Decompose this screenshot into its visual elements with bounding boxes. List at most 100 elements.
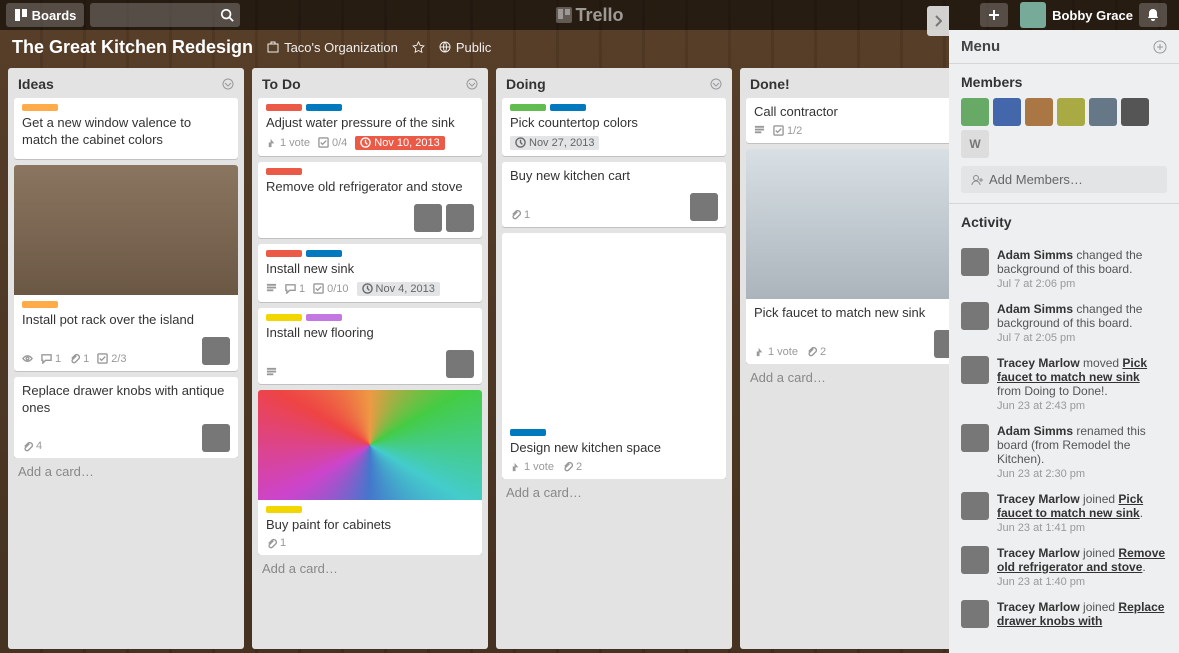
label[interactable]	[266, 168, 302, 175]
list-menu-button[interactable]	[710, 78, 722, 90]
member-avatar[interactable]	[993, 98, 1021, 126]
activity-time: Jun 23 at 1:40 pm	[997, 576, 1085, 588]
label[interactable]	[22, 301, 58, 308]
activity-author[interactable]: Tracey Marlow	[997, 546, 1080, 560]
card-badges: 1	[510, 209, 530, 221]
add-card-button[interactable]: Add a card…	[258, 555, 482, 578]
badge-attach: 1	[510, 209, 530, 221]
list-menu-button[interactable]	[222, 78, 234, 90]
label[interactable]	[306, 314, 342, 321]
search-icon	[220, 8, 234, 22]
user-avatar[interactable]	[1020, 2, 1046, 28]
member-avatar[interactable]	[1025, 98, 1053, 126]
member-avatar[interactable]	[414, 204, 442, 232]
add-card-button[interactable]: Add a card…	[14, 458, 238, 481]
list-title[interactable]: Done!	[750, 76, 790, 92]
add-button[interactable]	[980, 3, 1008, 27]
card[interactable]: Get a new window valence to match the ca…	[14, 98, 238, 159]
list-title[interactable]: Ideas	[18, 76, 54, 92]
member-avatar[interactable]	[961, 600, 989, 628]
activity-author[interactable]: Adam Simms	[997, 248, 1073, 262]
member-avatar[interactable]	[961, 546, 989, 574]
card-title: Install pot rack over the island	[22, 312, 230, 329]
card-members	[202, 337, 230, 365]
label[interactable]	[550, 104, 586, 111]
notifications-button[interactable]	[1139, 3, 1167, 27]
member-avatar[interactable]	[446, 204, 474, 232]
visibility-button[interactable]: Public	[439, 40, 491, 55]
menu-expand-icon[interactable]	[1153, 40, 1167, 54]
member-avatar[interactable]	[1057, 98, 1085, 126]
card[interactable]: Adjust water pressure of the sink1 vote0…	[258, 98, 482, 156]
activity-list: Adam Simms changed the background of thi…	[949, 238, 1179, 653]
label[interactable]	[266, 314, 302, 321]
activity-author[interactable]: Adam Simms	[997, 302, 1073, 316]
card[interactable]: Install pot rack over the island112/3	[14, 165, 238, 371]
activity-author[interactable]: Tracey Marlow	[997, 356, 1080, 370]
label[interactable]	[306, 250, 342, 257]
add-card-button[interactable]: Add a card…	[502, 479, 726, 502]
card[interactable]: Design new kitchen space1 vote2	[502, 233, 726, 479]
add-card-button[interactable]: Add a card…	[746, 364, 970, 387]
member-avatar[interactable]	[1121, 98, 1149, 126]
card[interactable]: Install new flooring	[258, 308, 482, 384]
boards-button[interactable]: Boards	[6, 3, 84, 27]
badge-comment: 1	[285, 283, 305, 295]
card[interactable]: Remove old refrigerator and stove	[258, 162, 482, 238]
card[interactable]: Call contractor1/2	[746, 98, 970, 143]
list-title[interactable]: To Do	[262, 76, 301, 92]
card[interactable]: Install new sink10/10Nov 4, 2013	[258, 244, 482, 302]
activity-author[interactable]: Tracey Marlow	[997, 600, 1080, 614]
menu-toggle[interactable]	[927, 6, 949, 36]
card-labels	[266, 104, 474, 111]
list: Done! Call contractor1/2 Pick faucet to ma…	[740, 68, 976, 649]
search-input[interactable]	[90, 3, 240, 27]
card[interactable]: Buy new kitchen cart1	[502, 162, 726, 227]
member-avatar[interactable]	[202, 337, 230, 365]
member-avatar[interactable]	[961, 248, 989, 276]
label[interactable]	[510, 429, 546, 436]
card-badges: 1 vote0/4Nov 10, 2013	[266, 136, 445, 150]
label[interactable]	[22, 104, 58, 111]
card[interactable]: Buy paint for cabinets1	[258, 390, 482, 556]
label[interactable]	[510, 104, 546, 111]
card-members	[690, 193, 718, 221]
user-name[interactable]: Bobby Grace	[1052, 8, 1133, 23]
member-avatar[interactable]	[961, 98, 989, 126]
add-members-button[interactable]: Add Members…	[961, 166, 1167, 193]
org-icon	[267, 41, 279, 53]
board-title[interactable]: The Great Kitchen Redesign	[12, 37, 253, 58]
list-menu-button[interactable]	[466, 78, 478, 90]
label[interactable]	[306, 104, 342, 111]
activity-item: Tracey Marlow joined Remove old refriger…	[961, 546, 1167, 588]
card-labels	[266, 250, 474, 257]
activity-author[interactable]: Tracey Marlow	[997, 492, 1080, 506]
activity-item: Tracey Marlow joined Replace drawer knob…	[961, 600, 1167, 628]
card[interactable]: Replace drawer knobs with antique ones4	[14, 377, 238, 459]
activity-time: Jun 23 at 2:30 pm	[997, 468, 1085, 480]
badge-comment: 1	[41, 353, 61, 365]
list: To Do Adjust water pressure of the sink1 …	[252, 68, 488, 649]
member-avatar[interactable]	[961, 424, 989, 452]
label[interactable]	[266, 506, 302, 513]
card-badges: 10/10Nov 4, 2013	[266, 282, 440, 296]
card[interactable]: Pick faucet to match new sink1 vote2	[746, 149, 970, 364]
member-avatar[interactable]	[202, 424, 230, 452]
member-avatar[interactable]	[446, 350, 474, 378]
member-avatar[interactable]	[961, 302, 989, 330]
member-avatar[interactable]	[961, 492, 989, 520]
star-button[interactable]	[412, 41, 425, 54]
activity-item: Adam Simms changed the background of thi…	[961, 248, 1167, 290]
card-title: Buy paint for cabinets	[266, 517, 474, 534]
card[interactable]: Pick countertop colorsNov 27, 2013	[502, 98, 726, 156]
member-avatar[interactable]	[961, 356, 989, 384]
label[interactable]	[266, 250, 302, 257]
member-avatar[interactable]	[1089, 98, 1117, 126]
card-badges: Nov 27, 2013	[510, 136, 599, 150]
member-avatar[interactable]: W	[961, 130, 989, 158]
member-avatar[interactable]	[690, 193, 718, 221]
label[interactable]	[266, 104, 302, 111]
activity-author[interactable]: Adam Simms	[997, 424, 1073, 438]
list-title[interactable]: Doing	[506, 76, 546, 92]
board-org[interactable]: Taco's Organization	[267, 40, 398, 55]
